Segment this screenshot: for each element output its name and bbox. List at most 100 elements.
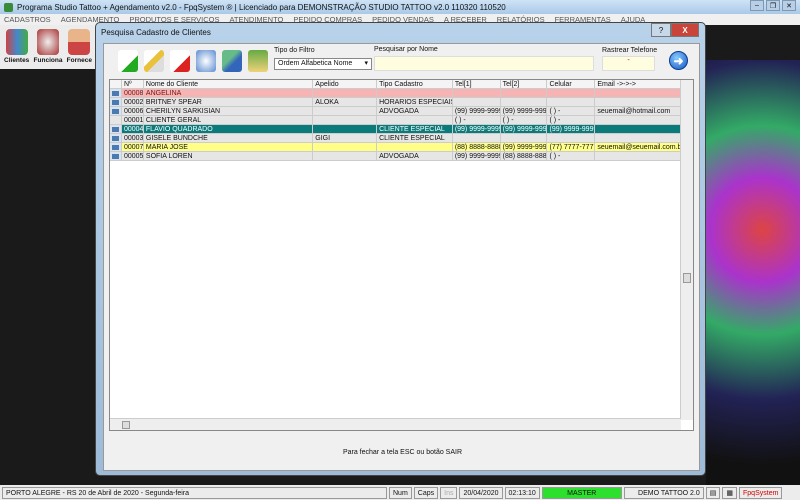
- status-bar: PORTO ALEGRE - RS 20 de Abril de 2020 - …: [0, 485, 800, 500]
- table-cell: SOFIA LOREN: [143, 152, 314, 161]
- table-cell: 00007: [121, 143, 144, 152]
- grid-header: Nº Nome do Cliente Apelido Tipo Cadastro…: [110, 80, 682, 89]
- table-cell: ( ) -: [452, 116, 501, 125]
- table-cell: ANGELINA: [143, 89, 314, 98]
- help-button[interactable]: ?: [651, 23, 671, 37]
- table-row[interactable]: 00003 GISELE BUNDCHE GIGI CLIENTE ESPECIAL: [110, 134, 682, 143]
- table-cell: [313, 125, 378, 134]
- table-cell: (99) 9999-9999: [452, 125, 501, 134]
- table-cell: [452, 134, 501, 143]
- search-clients-dialog: Pesquisa Cadastro de Clientes ? X Tipo d…: [95, 22, 706, 476]
- table-row[interactable]: 00006 CHERILYN SARKISIAN ADVOGADA (99) 9999…: [110, 107, 682, 116]
- header-cell[interactable]: Email ->->->: [595, 80, 682, 89]
- table-cell: [547, 134, 596, 143]
- search-input[interactable]: [374, 56, 594, 71]
- table-cell: (99) 9999-9999: [500, 107, 548, 116]
- header-cell[interactable]: Tipo Cadastro: [377, 80, 453, 89]
- status-company: DEMO TATTOO 2.0: [623, 486, 704, 499]
- clientes-button[interactable]: Clientes: [2, 29, 31, 65]
- table-cell: (99) 9999-9999: [547, 125, 596, 134]
- table-cell: GISELE BUNDCHE: [143, 134, 314, 143]
- filter-select[interactable]: Ordem Alfabetica Nome: [274, 58, 372, 70]
- new-icon[interactable]: [118, 50, 138, 72]
- header-cell[interactable]: Apelido: [313, 80, 378, 89]
- table-cell: 00005: [121, 152, 144, 161]
- table-cell: CLIENTE ESPECIAL: [377, 134, 453, 143]
- maximize-button[interactable]: ❐: [766, 0, 780, 11]
- scroll-thumb[interactable]: [683, 273, 691, 283]
- go-arrow-button[interactable]: ➜: [669, 51, 688, 70]
- people-icon: [5, 29, 28, 55]
- table-cell: [595, 152, 682, 161]
- table-cell: CLIENTE GERAL: [143, 116, 314, 125]
- table-cell: [313, 152, 378, 161]
- report-icon[interactable]: [248, 50, 268, 72]
- footer-hint: Para fechar a tela ESC ou botão SAIR: [342, 449, 463, 456]
- status-caps: Caps: [413, 486, 439, 499]
- table-cell: (99) 9999-9999: [500, 143, 548, 152]
- table-cell: FLAVIO QUADRADO: [143, 125, 314, 134]
- header-cell[interactable]: Nome do Cliente: [143, 80, 314, 89]
- filter-label: Tipo do Filtro: [274, 47, 315, 54]
- row-icon: [110, 143, 122, 152]
- table-cell: seuemail@hotmail.com: [595, 107, 682, 116]
- status-user: MASTER: [541, 486, 622, 499]
- header-cell: [110, 80, 122, 89]
- export-icon[interactable]: [222, 50, 242, 72]
- table-cell: (99) 9999-9999: [452, 107, 501, 116]
- status-date: 20/04/2020: [459, 486, 503, 499]
- fornecedores-button[interactable]: Fornece: [65, 29, 94, 65]
- status-num: Num: [389, 486, 412, 499]
- table-cell: ( ) -: [547, 107, 596, 116]
- phone-input[interactable]: -: [602, 56, 655, 71]
- table-cell: [452, 98, 501, 107]
- table-cell: (88) 8888-8888: [452, 143, 501, 152]
- app-title: Programa Studio Tattoo + Agendamento v2.…: [17, 2, 506, 12]
- print-icon[interactable]: [196, 50, 216, 72]
- row-icon: [110, 107, 122, 116]
- table-cell: [500, 98, 548, 107]
- table-cell: [313, 107, 378, 116]
- status-ins: Ins: [440, 486, 458, 499]
- minimize-button[interactable]: –: [750, 0, 764, 11]
- table-cell: 00002: [121, 98, 144, 107]
- scroll-thumb[interactable]: [122, 421, 130, 429]
- table-cell: 00008: [121, 89, 144, 98]
- table-cell: [377, 116, 453, 125]
- table-cell: [595, 89, 682, 98]
- row-icon: [110, 125, 122, 134]
- table-cell: (99) 9999-9999: [452, 152, 501, 161]
- table-cell: [377, 143, 453, 152]
- horizontal-scrollbar[interactable]: [110, 418, 681, 430]
- header-cell[interactable]: Tel[1]: [452, 80, 501, 89]
- header-cell[interactable]: Tel[2]: [500, 80, 548, 89]
- table-row[interactable]: 00005 SOFIA LOREN ADVOGADA (99) 9999-9999 (8…: [110, 152, 682, 161]
- table-row[interactable]: 00001 CLIENTE GERAL( ) -( ) -( ) -: [110, 116, 682, 125]
- header-cell[interactable]: Celular: [547, 80, 596, 89]
- row-icon: [110, 152, 122, 161]
- table-row[interactable]: 00008 ANGELINA: [110, 89, 682, 98]
- table-cell: 00004: [121, 125, 144, 134]
- close-dialog-button[interactable]: X: [671, 23, 699, 37]
- table-row[interactable]: 00002 BRITNEY SPEAR ALOKA HORARIOS ESPECIAI…: [110, 98, 682, 107]
- vertical-scrollbar[interactable]: [680, 80, 693, 420]
- table-cell: [452, 89, 501, 98]
- table-row[interactable]: 00004 FLAVIO QUADRADO CLIENTE ESPECIAL (99)…: [110, 125, 682, 134]
- keyboard-icon[interactable]: ▦: [722, 486, 738, 499]
- table-cell: HORARIOS ESPECIAIS: [377, 98, 453, 107]
- table-cell: ADVOGADA: [377, 152, 453, 161]
- menu-item[interactable]: CADASTROS: [4, 15, 51, 24]
- header-cell[interactable]: Nº: [121, 80, 144, 89]
- table-cell: BRITNEY SPEAR: [143, 98, 314, 107]
- app-title-bar: Programa Studio Tattoo + Agendamento v2.…: [0, 0, 800, 14]
- delete-icon[interactable]: [170, 50, 190, 72]
- table-cell: [595, 125, 682, 134]
- calculator-icon[interactable]: ▤: [705, 486, 721, 499]
- edit-icon[interactable]: [144, 50, 164, 72]
- row-icon: [110, 116, 122, 125]
- close-app-button[interactable]: ✕: [782, 0, 796, 11]
- app-icon: [4, 2, 13, 12]
- table-row[interactable]: 00007 MARIA JOSE (88) 8888-8888 (99) 9999-9…: [110, 143, 682, 152]
- table-cell: [500, 89, 548, 98]
- funcionarios-button[interactable]: Funciona: [33, 29, 62, 65]
